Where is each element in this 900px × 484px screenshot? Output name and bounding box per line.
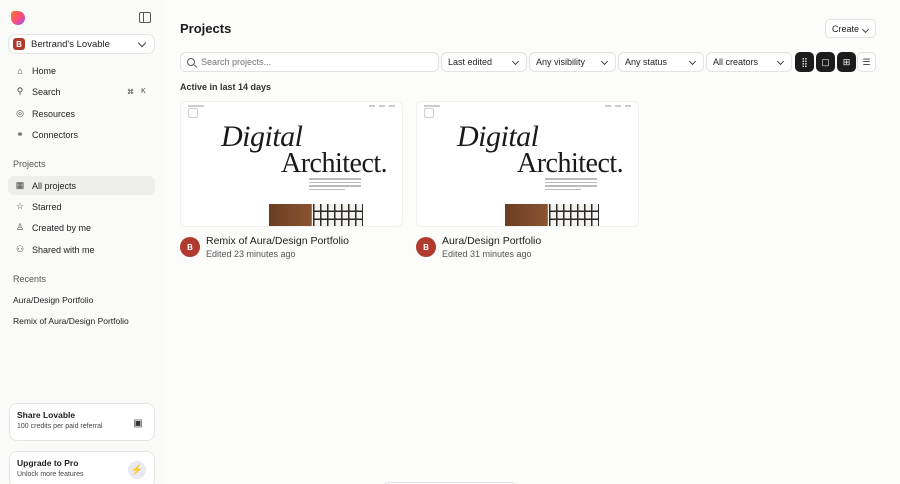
search-input[interactable] [201,57,421,67]
workspace-name: Bertrand's Lovable [31,38,110,50]
star-icon: ☆ [15,201,25,211]
filter-label: Any visibility [536,57,586,67]
thumb-nav [605,105,631,107]
grid-single-icon: ▢ [821,56,830,67]
chevron-down-icon [861,25,870,34]
sidebar-item-label: Shared with me [32,244,95,255]
chevron-down-icon [511,57,520,66]
recents-section-label: Recents [13,274,47,284]
search-shortcut: ⌘ K [125,86,149,97]
search-icon: ⚲ [16,86,24,96]
filter-last-edited[interactable]: Last edited [441,52,527,72]
k-key: K [141,88,146,95]
view-grid-large-button[interactable]: ⣿ [795,52,814,72]
bolt-icon[interactable]: ⚡ [128,461,146,479]
workspace-badge: B [13,38,25,50]
grid-large-icon: ⣿ [801,56,808,67]
share-lovable-card[interactable]: Share Lovable 100 credits per paid refer… [9,403,155,441]
sidebar-item-label: Starred [32,201,62,212]
filter-status[interactable]: Any status [618,52,704,72]
thumb-nav [369,105,395,107]
view-grid-single-button[interactable]: ▢ [816,52,835,72]
thumb-image [269,204,363,226]
project-thumbnail[interactable]: Digital Architect. [180,101,403,227]
filter-label: Last edited [448,57,493,67]
chevron-down-icon [688,57,697,66]
thumb-heading-line2: Architect. [281,148,388,179]
share-card-title: Share Lovable [17,410,76,420]
thumb-paragraph [545,178,597,192]
filter-creators[interactable]: All creators [706,52,792,72]
nav-connectors[interactable]: ⚭ Connectors [8,125,155,144]
thumb-paragraph [309,178,361,192]
project-thumbnail[interactable]: Digital Architect. [416,101,639,227]
thumb-logo-mark [424,105,440,107]
project-edited: Edited 23 minutes ago [206,249,296,259]
thumb-image [505,204,599,226]
filter-visibility[interactable]: Any visibility [529,52,616,72]
cmd-key: ⌘ [127,88,134,96]
sidebar-item-created-by-me[interactable]: ♙ Created by me [8,218,155,237]
sidebar-item-all-projects[interactable]: ▦ All projects [8,176,155,195]
create-button-label: Create [832,23,860,34]
user-icon: ♙ [15,222,25,232]
list-icon: ☰ [862,56,871,67]
lovable-logo-icon[interactable] [11,11,25,25]
select-checkbox[interactable] [188,108,198,118]
project-meta: B Remix of Aura/Design Portfolio Edited … [180,233,403,269]
workspace-switcher[interactable]: B Bertrand's Lovable [8,34,155,54]
avatar: B [416,237,436,257]
nav-search-label: Search [32,86,61,97]
nav-connectors-label: Connectors [32,129,79,140]
active-section-label: Active in last 14 days [180,82,272,92]
nav-resources[interactable]: ◎ Resources [8,104,155,123]
search-bar[interactable] [180,52,439,72]
recent-item[interactable]: Aura/Design Portfolio [13,295,93,305]
nav-home-label: Home [32,65,57,76]
project-card[interactable]: Digital Architect. B Remix of Aura/Desig… [180,101,403,269]
sidebar-toggle-icon[interactable] [139,12,151,23]
grid-icon: ▦ [15,180,25,190]
project-card[interactable]: Digital Architect. B Aura/Design Portfol… [416,101,639,269]
gift-icon: ▣ [133,417,143,429]
thumb-logo-mark [188,105,204,107]
grid-small-icon: ⊞ [842,56,851,67]
chevron-down-icon [600,57,609,66]
project-name[interactable]: Remix of Aura/Design Portfolio [206,235,349,247]
filter-label: All creators [713,57,759,67]
sidebar-item-label: Created by me [32,222,92,233]
thumb-heading-line2: Architect. [517,148,624,179]
nav-search[interactable]: ⚲ Search ⌘ K [8,82,155,101]
view-list-button[interactable]: ☰ [857,52,876,72]
users-icon: ⚇ [15,244,25,254]
home-icon: ⌂ [17,65,23,76]
view-grid-small-button[interactable]: ⊞ [837,52,856,72]
compass-icon: ◎ [16,108,24,118]
sidebar: B Bertrand's Lovable ⌂ Home ⚲ Search ⌘ K… [0,0,164,484]
nav-resources-label: Resources [32,108,76,119]
sidebar-item-starred[interactable]: ☆ Starred [8,197,155,216]
project-name[interactable]: Aura/Design Portfolio [442,235,541,247]
connectors-icon: ⚭ [16,129,24,139]
filter-label: Any status [625,57,668,67]
project-meta: B Aura/Design Portfolio Edited 31 minute… [416,233,639,269]
page-title: Projects [180,21,232,36]
nav-home[interactable]: ⌂ Home [8,61,155,80]
upgrade-pro-card[interactable]: Upgrade to Pro Unlock more features ⚡ [9,451,155,484]
chevron-down-icon [137,38,147,47]
create-button[interactable]: Create [825,19,876,38]
project-edited: Edited 31 minutes ago [442,249,532,259]
sidebar-item-shared-with-me[interactable]: ⚇ Shared with me [8,240,155,259]
share-card-subtitle: 100 credits per paid referral [17,423,103,430]
select-checkbox[interactable] [424,108,434,118]
recent-item[interactable]: Remix of Aura/Design Portfolio [13,316,129,326]
chevron-down-icon [776,57,785,66]
avatar: B [180,237,200,257]
projects-section-label: Projects [13,159,46,169]
search-icon [187,58,195,66]
sidebar-item-label: All projects [32,180,77,191]
